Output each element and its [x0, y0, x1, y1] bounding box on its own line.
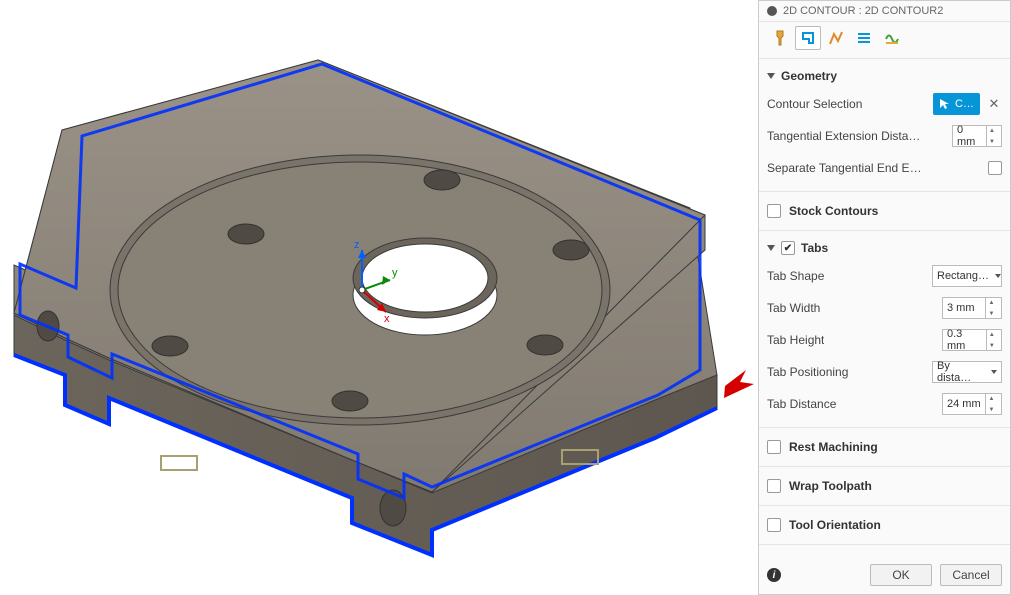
section-stock-contours[interactable]: Stock Contours: [759, 192, 1010, 231]
wrap-toolpath-checkbox[interactable]: [767, 479, 781, 493]
tab-tool[interactable]: [767, 26, 793, 50]
row-tab-distance: Tab Distance 24 mm ▲▼: [767, 393, 1002, 415]
tab-shape-select[interactable]: Rectang…: [932, 265, 1002, 287]
row-tab-positioning: Tab Positioning By dista…: [767, 361, 1002, 383]
row-tab-width: Tab Width 3 mm ▲▼: [767, 297, 1002, 319]
panel-title: 2D CONTOUR : 2D CONTOUR2: [783, 5, 943, 17]
disclose-icon: [767, 245, 775, 251]
section-geometry: Geometry Contour Selection C… ✕ Tangenti…: [759, 59, 1010, 192]
tangential-ext-input[interactable]: 0 mm ▲▼: [952, 125, 1002, 147]
tab-passes[interactable]: [851, 26, 877, 50]
cursor-icon: [939, 98, 951, 110]
row-tab-shape: Tab Shape Rectang…: [767, 265, 1002, 287]
tab-height-input[interactable]: 0.3 mm ▲▼: [942, 329, 1002, 351]
row-separate-tangential: Separate Tangential End Ext…: [767, 157, 1002, 179]
tabs-enable-checkbox[interactable]: [781, 241, 795, 255]
tab-distance-input[interactable]: 24 mm ▲▼: [942, 393, 1002, 415]
section-tabs-header[interactable]: Tabs: [767, 241, 1002, 255]
contour-selection-chip[interactable]: C…: [933, 93, 980, 115]
section-rest-machining[interactable]: Rest Machining: [759, 428, 1010, 467]
disclose-icon: [767, 73, 775, 79]
clear-selection-button[interactable]: ✕: [986, 96, 1002, 112]
panel-tabs-row: [759, 22, 1010, 59]
tab-width-input[interactable]: 3 mm ▲▼: [942, 297, 1002, 319]
svg-text:z: z: [354, 239, 360, 251]
tab-positioning-select[interactable]: By dista…: [932, 361, 1002, 383]
svg-text:x: x: [384, 313, 390, 325]
section-tabs: Tabs Tab Shape Rectang… Tab Width 3 mm ▲…: [759, 231, 1010, 428]
section-tool-orientation[interactable]: Tool Orientation: [759, 506, 1010, 545]
operation-panel: 2D CONTOUR : 2D CONTOUR2 Geometry Contou…: [758, 0, 1011, 595]
stock-contours-checkbox[interactable]: [767, 204, 781, 218]
rest-machining-checkbox[interactable]: [767, 440, 781, 454]
row-contour-selection: Contour Selection C… ✕: [767, 93, 1002, 115]
tab-heights[interactable]: [823, 26, 849, 50]
cancel-button[interactable]: Cancel: [940, 564, 1002, 586]
tab-geometry[interactable]: [795, 26, 821, 50]
info-icon[interactable]: i: [767, 568, 781, 582]
ok-button[interactable]: OK: [870, 564, 932, 586]
separate-tangential-checkbox[interactable]: [988, 161, 1002, 175]
section-geometry-header[interactable]: Geometry: [767, 69, 1002, 83]
panel-titlebar: 2D CONTOUR : 2D CONTOUR2: [759, 1, 1010, 22]
tab-linking[interactable]: [879, 26, 905, 50]
section-wrap-toolpath[interactable]: Wrap Toolpath: [759, 467, 1010, 506]
svg-text:y: y: [392, 267, 398, 279]
collapse-pin-icon[interactable]: [767, 6, 777, 16]
panel-footer: i OK Cancel: [759, 556, 1010, 594]
tool-orientation-checkbox[interactable]: [767, 518, 781, 532]
row-tab-height: Tab Height 0.3 mm ▲▼: [767, 329, 1002, 351]
viewport-3d[interactable]: z x y: [0, 0, 758, 595]
row-tangential-ext: Tangential Extension Distance 0 mm ▲▼: [767, 125, 1002, 147]
